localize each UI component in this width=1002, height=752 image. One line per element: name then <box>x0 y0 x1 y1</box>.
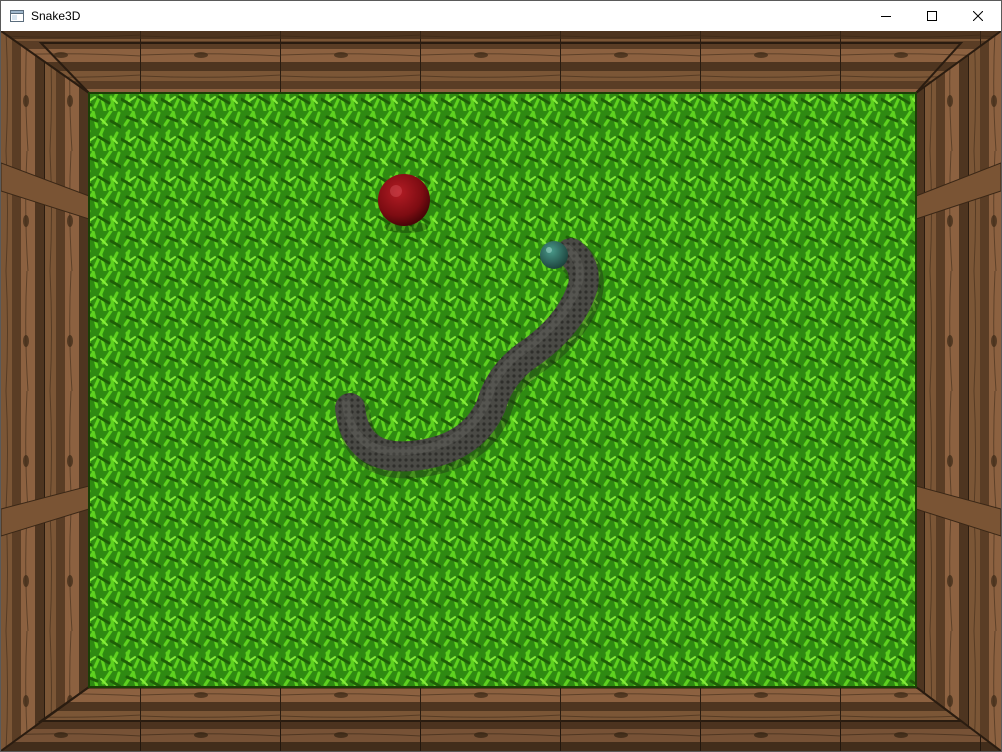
game-scene <box>1 31 1001 751</box>
snake-head <box>540 241 568 269</box>
close-button[interactable] <box>955 1 1001 31</box>
maximize-button[interactable] <box>909 1 955 31</box>
window-controls <box>863 1 1001 31</box>
maximize-icon <box>927 11 937 21</box>
close-icon <box>973 11 983 21</box>
game-viewport[interactable] <box>1 31 1001 751</box>
wood-frame-left <box>1 31 89 751</box>
window-title: Snake3D <box>31 9 81 23</box>
game-window: Snake3D <box>0 0 1002 752</box>
minimize-button[interactable] <box>863 1 909 31</box>
wood-frame-right <box>916 31 1001 751</box>
wood-frame-top <box>1 31 1001 93</box>
window-app-icon <box>9 8 25 24</box>
title-bar[interactable]: Snake3D <box>1 1 1001 31</box>
minimize-icon <box>881 16 891 17</box>
